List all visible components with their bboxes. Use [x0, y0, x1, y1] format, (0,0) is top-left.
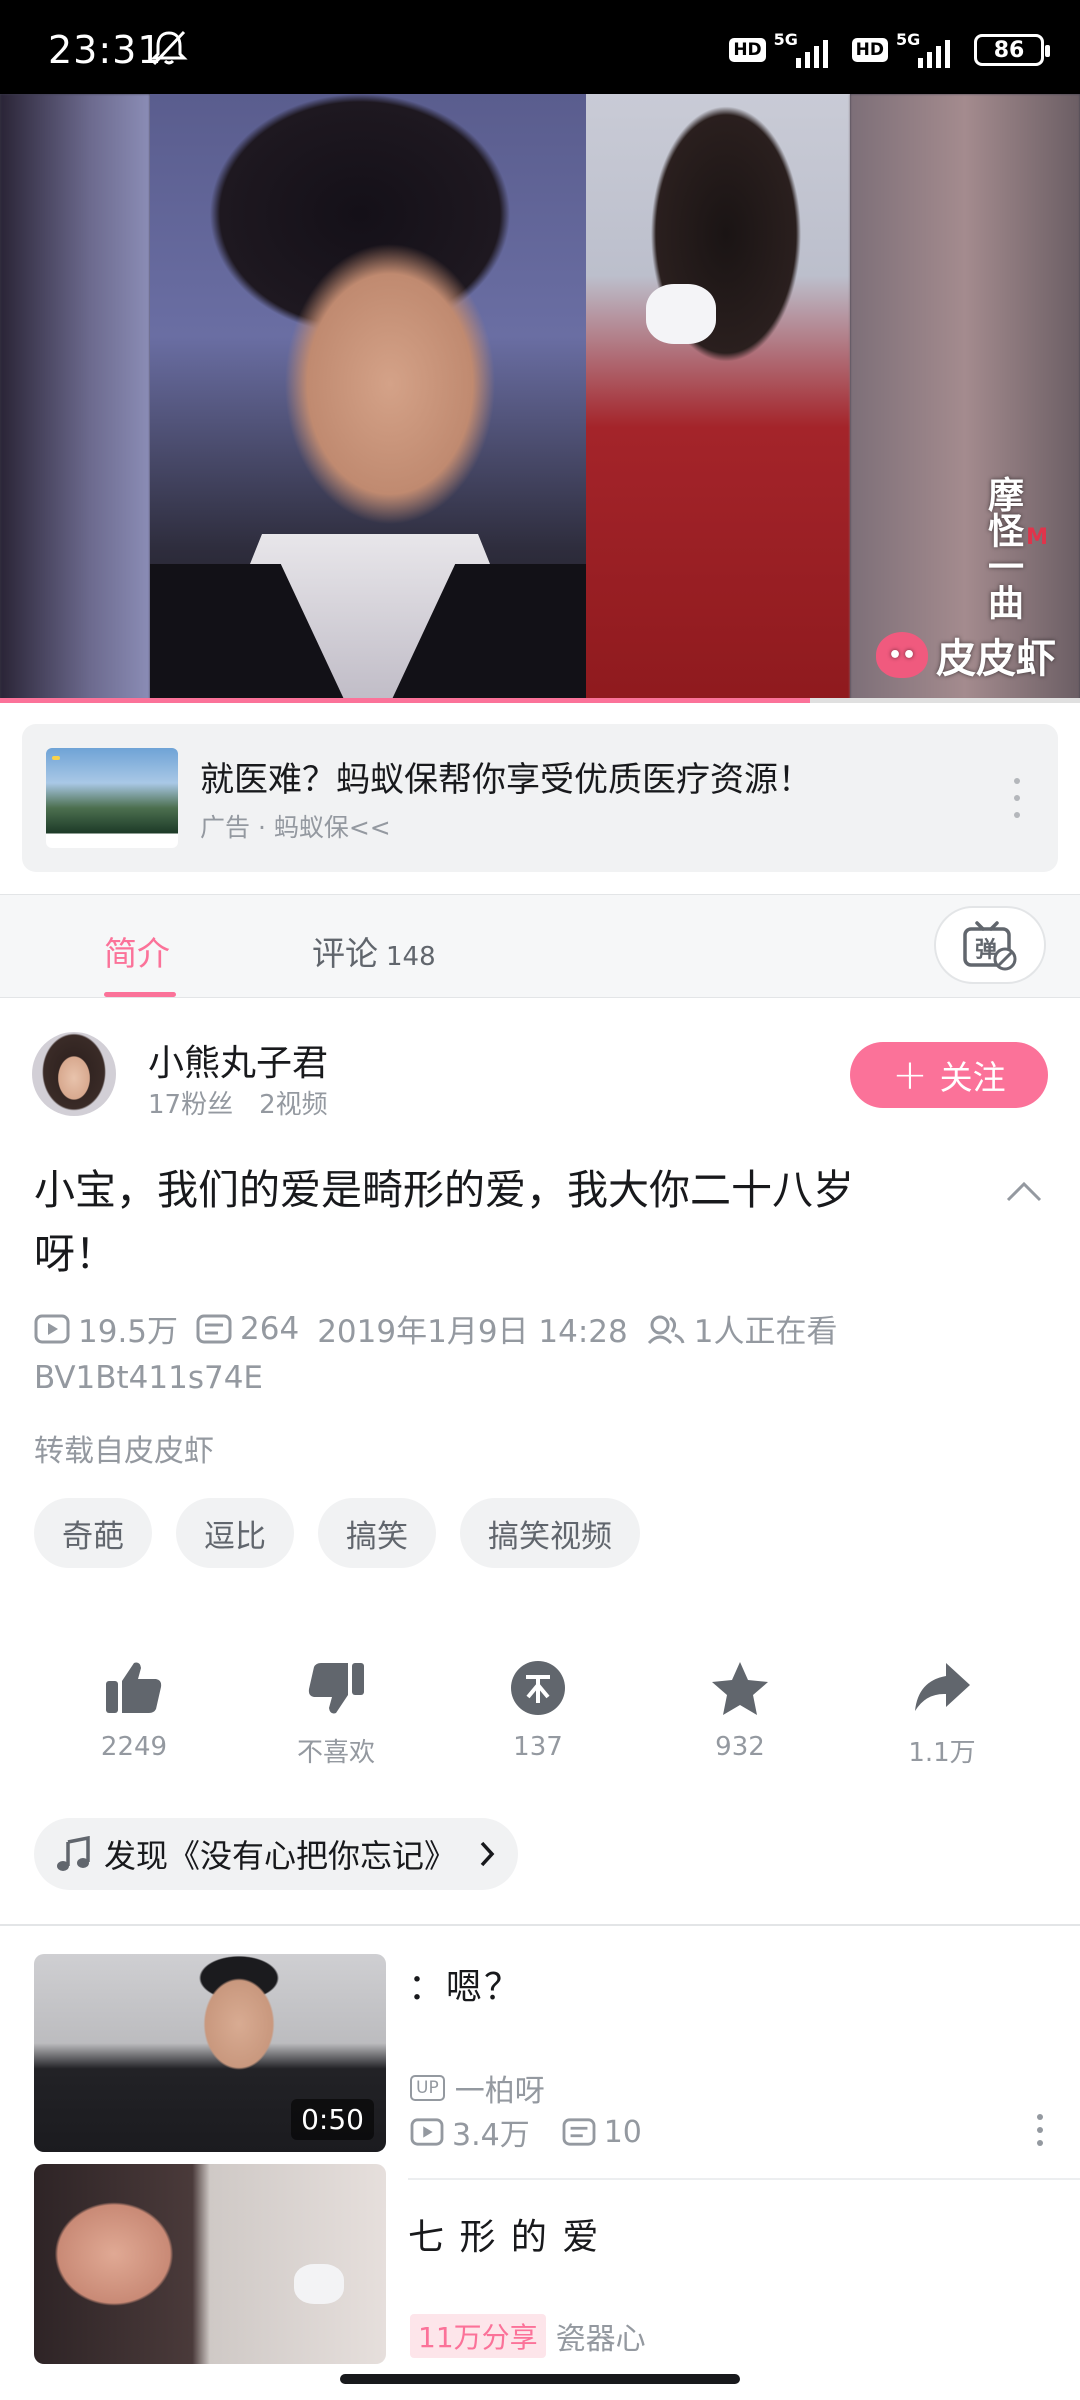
music-discover-button[interactable]: 发现《没有心把你忘记》: [34, 1818, 519, 1890]
danmaku-count-icon: [196, 1314, 232, 1343]
related-stats: 3.4万 10: [410, 2110, 642, 2154]
watermark-m: M: [1026, 525, 1048, 550]
video-player[interactable]: 摩怪一曲 •• 皮皮虾 M: [0, 94, 1080, 700]
coin-button[interactable]: 137: [468, 1656, 608, 1762]
share-count-badge: 11万分享: [410, 2314, 546, 2358]
ad-subtitle: 广告 · 蚂蚁保<<: [200, 813, 391, 842]
related-title: 七 形 的 爱: [408, 2217, 601, 2258]
danmaku-count-icon: [562, 2118, 596, 2146]
related-uploader: 11万分享 瓷器心: [410, 2314, 646, 2358]
play-count-icon: [34, 1314, 70, 1343]
more-icon[interactable]: [1012, 778, 1022, 818]
music-note-icon: [57, 1836, 90, 1871]
dislike-button[interactable]: 不喜欢: [266, 1656, 406, 1769]
uploader-name[interactable]: 小熊丸子君: [148, 1034, 328, 1086]
status-bar: 23:31 HD 5G HD 5G 86: [0, 0, 1080, 94]
tag-chip[interactable]: 搞笑: [318, 1498, 436, 1568]
home-indicator[interactable]: [340, 2374, 740, 2384]
mute-bell-icon: [150, 30, 188, 66]
status-icons: HD 5G HD 5G 86: [729, 30, 1050, 70]
tab-indicator: [104, 992, 176, 997]
related-video-item[interactable]: 七 形 的 爱 11万分享 瓷器心: [0, 2164, 1080, 2384]
tag-list: 奇葩 逗比 搞笑 搞笑视频: [34, 1498, 640, 1568]
app-root: 23:31 HD 5G HD 5G 86 摩怪一曲 •• 皮皮虾 M 就医难？蚂…: [0, 0, 1080, 2400]
chevron-right-icon: [480, 1841, 495, 1867]
related-title: ：嗯？: [408, 1967, 523, 2008]
video-title: 小宝，我们的爱是畸形的爱，我大你二十八岁呀！: [34, 1166, 854, 1278]
clock: 23:31: [48, 28, 163, 72]
signal-icon: 5G: [774, 30, 844, 70]
tag-chip[interactable]: 逗比: [176, 1498, 294, 1568]
star-icon: [712, 1662, 768, 1715]
tag-chip[interactable]: 搞笑视频: [460, 1498, 640, 1568]
related-thumbnail: [34, 2164, 386, 2364]
repost-source: 转载自皮皮虾: [34, 1434, 214, 1469]
like-button[interactable]: 2249: [64, 1656, 204, 1762]
related-video-item[interactable]: 0:50 ：嗯？ UP 一柏呀 3.4万 10: [0, 1954, 1080, 2154]
video-duration: 0:50: [291, 2099, 374, 2140]
brand-logo-icon: ••: [876, 632, 928, 678]
ad-title: 就医难？蚂蚁保帮你享受优质医疗资源！: [200, 760, 812, 800]
video-watermark-brand: •• 皮皮虾: [876, 626, 1056, 684]
related-uploader: UP 一柏呀: [410, 2066, 545, 2110]
chevron-up-icon[interactable]: [1004, 1176, 1044, 1206]
plus-icon: +: [892, 1050, 928, 1099]
signal-icon-2: 5G: [896, 30, 966, 70]
section-divider: [0, 1924, 1080, 1926]
up-badge: UP: [410, 2075, 445, 2101]
like-icon: [106, 1662, 162, 1713]
video-frame-left-person: [150, 94, 586, 700]
ad-card[interactable]: 就医难？蚂蚁保帮你享受优质医疗资源！ 广告 · 蚂蚁保<<: [22, 724, 1058, 872]
hd-badge: HD: [729, 38, 766, 62]
uploader-avatar[interactable]: [32, 1032, 116, 1116]
danmaku-off-icon: 弹: [963, 921, 1017, 971]
dislike-icon: [308, 1663, 364, 1714]
tab-comments[interactable]: 评论 148: [312, 927, 436, 975]
share-button[interactable]: 1.1万: [872, 1656, 1012, 1769]
follow-button[interactable]: + 关注: [850, 1042, 1048, 1108]
uploader-stats: 17粉丝 2视频: [148, 1090, 328, 1120]
video-watermark-text: 摩怪一曲: [982, 476, 1023, 620]
favorite-button[interactable]: 932: [670, 1656, 810, 1762]
watching-icon: [647, 1315, 685, 1344]
related-thumbnail: 0:50: [34, 1954, 386, 2152]
video-frame-right-person: [586, 94, 850, 700]
coin-icon: [511, 1661, 565, 1715]
tab-bar: 简介 评论 148: [0, 894, 1080, 998]
action-bar: 2249 不喜欢 137 932 1.1万: [0, 1656, 1080, 1776]
tab-intro[interactable]: 简介: [104, 927, 170, 975]
more-icon[interactable]: [1036, 2114, 1044, 2146]
danmaku-toggle-button[interactable]: 弹: [934, 906, 1046, 984]
hd-badge-2: HD: [851, 38, 888, 62]
tag-chip[interactable]: 奇葩: [34, 1498, 152, 1568]
video-meta: 19.5万 264 2019年1月9日 14:28 1人正在看: [34, 1306, 855, 1351]
video-progress-bar[interactable]: [0, 698, 1080, 703]
bvid-text: BV1Bt411s74E: [34, 1360, 264, 1396]
battery-icon: 86: [974, 34, 1050, 66]
share-icon: [915, 1663, 970, 1711]
publish-date: 2019年1月9日 14:28: [317, 1314, 628, 1350]
play-count-icon: [410, 2118, 444, 2146]
ad-thumbnail: [46, 748, 178, 848]
